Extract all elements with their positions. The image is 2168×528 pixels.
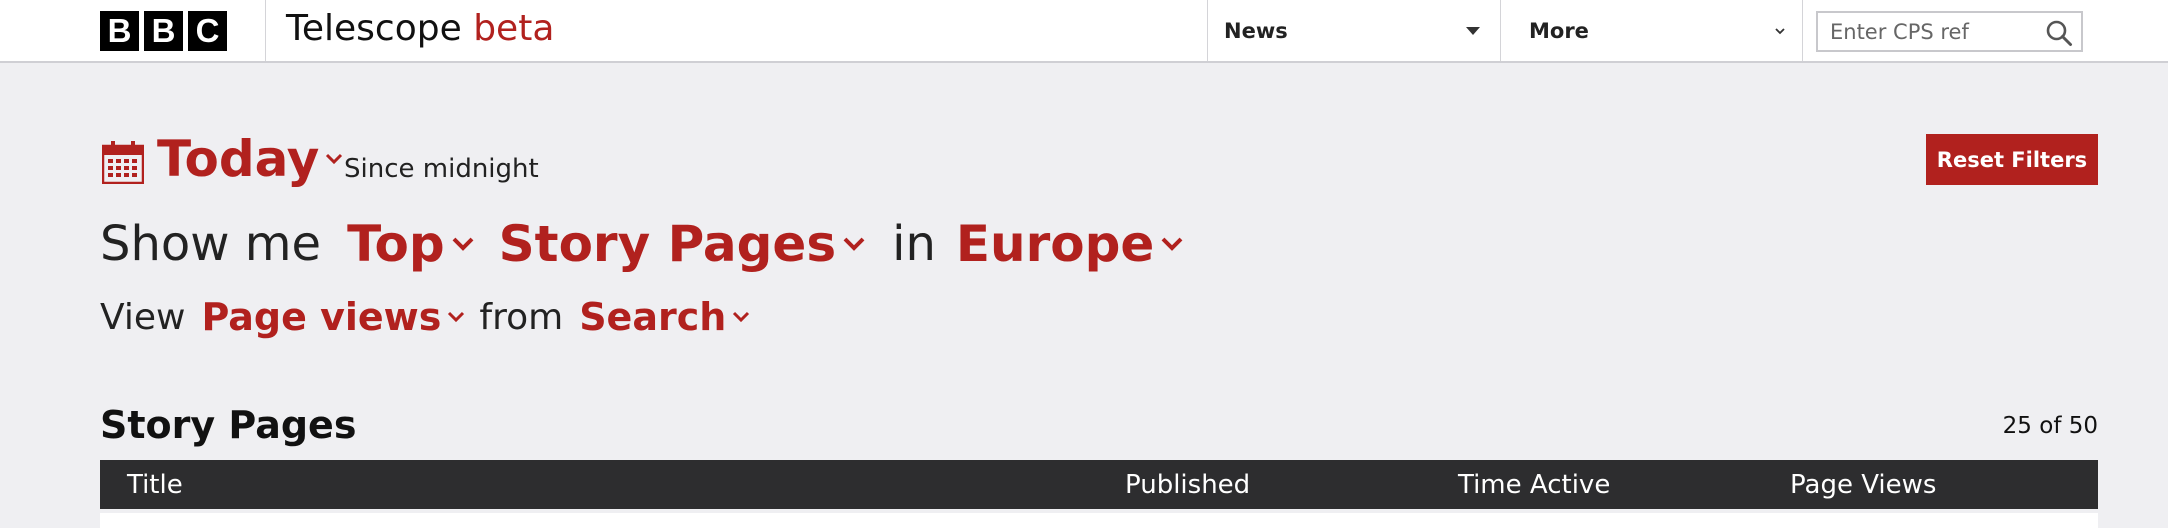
column-header-time-active[interactable]: Time Active bbox=[1458, 460, 1610, 509]
metric-dropdown[interactable]: Page views bbox=[201, 295, 465, 339]
chevron-down-icon bbox=[452, 237, 474, 251]
metric-value: Page views bbox=[201, 295, 442, 339]
view-label: View bbox=[100, 296, 186, 338]
from-label: from bbox=[479, 296, 564, 338]
source-dropdown[interactable]: Search bbox=[579, 295, 750, 339]
source-value: Search bbox=[579, 295, 727, 339]
rank-value: Top bbox=[347, 215, 445, 273]
column-header-title[interactable]: Title bbox=[127, 460, 183, 509]
show-me-label: Show me bbox=[100, 216, 322, 272]
nav-more-dropdown[interactable]: More bbox=[1529, 0, 1789, 61]
triangle-down-icon bbox=[1466, 27, 1480, 35]
chevron-down-icon bbox=[1775, 28, 1785, 35]
search-icon[interactable] bbox=[2045, 19, 2073, 47]
logo-letter: B bbox=[100, 11, 139, 51]
top-header: B B C Telescope beta News More bbox=[0, 0, 2168, 63]
chevron-down-icon bbox=[733, 311, 750, 323]
content-type-dropdown[interactable]: Story Pages bbox=[499, 215, 866, 273]
bbc-logo[interactable]: B B C bbox=[100, 11, 227, 51]
reset-filters-button[interactable]: Reset Filters bbox=[1926, 134, 2098, 185]
region-dropdown[interactable]: Europe bbox=[956, 215, 1184, 273]
nav-news-dropdown[interactable]: News bbox=[1224, 0, 1501, 61]
nav-divider bbox=[1207, 0, 1208, 61]
table-body bbox=[100, 513, 2098, 528]
column-header-page-views[interactable]: Page Views bbox=[1790, 460, 1936, 509]
table-header: Title Published Time Active Page Views bbox=[100, 460, 2098, 509]
nav-more-label: More bbox=[1529, 18, 1589, 43]
view-row: View Page views from Search bbox=[100, 294, 750, 340]
chevron-down-icon bbox=[1161, 237, 1183, 251]
logo-letter: B bbox=[144, 11, 183, 51]
nav-news-label: News bbox=[1224, 18, 1288, 43]
in-label: in bbox=[892, 216, 936, 272]
rank-dropdown[interactable]: Top bbox=[347, 215, 475, 273]
logo-letter: C bbox=[188, 11, 227, 51]
app-title[interactable]: Telescope beta bbox=[286, 8, 554, 49]
period-dropdown[interactable]: Today bbox=[157, 130, 343, 188]
period-note: Since midnight bbox=[344, 154, 539, 184]
calendar-icon bbox=[102, 141, 144, 184]
chevron-down-icon bbox=[843, 237, 865, 251]
region-value: Europe bbox=[955, 215, 1155, 273]
chevron-down-icon bbox=[326, 153, 343, 165]
period-label: Today bbox=[157, 130, 320, 188]
nav-divider bbox=[1500, 0, 1501, 61]
header-divider bbox=[265, 0, 266, 61]
nav-divider bbox=[1802, 0, 1803, 61]
cps-search-input[interactable] bbox=[1830, 17, 2030, 46]
result-count: 25 of 50 bbox=[2002, 413, 2098, 439]
app-badge: beta bbox=[473, 8, 555, 49]
column-header-published[interactable]: Published bbox=[1125, 460, 1250, 509]
section-title: Story Pages bbox=[100, 403, 357, 447]
content-type-value: Story Pages bbox=[498, 215, 837, 273]
show-me-row: Show me Top Story Pages in Europe bbox=[100, 212, 1184, 276]
chevron-down-icon bbox=[448, 311, 465, 323]
app-name: Telescope bbox=[286, 8, 462, 49]
cps-search-box bbox=[1816, 11, 2083, 52]
